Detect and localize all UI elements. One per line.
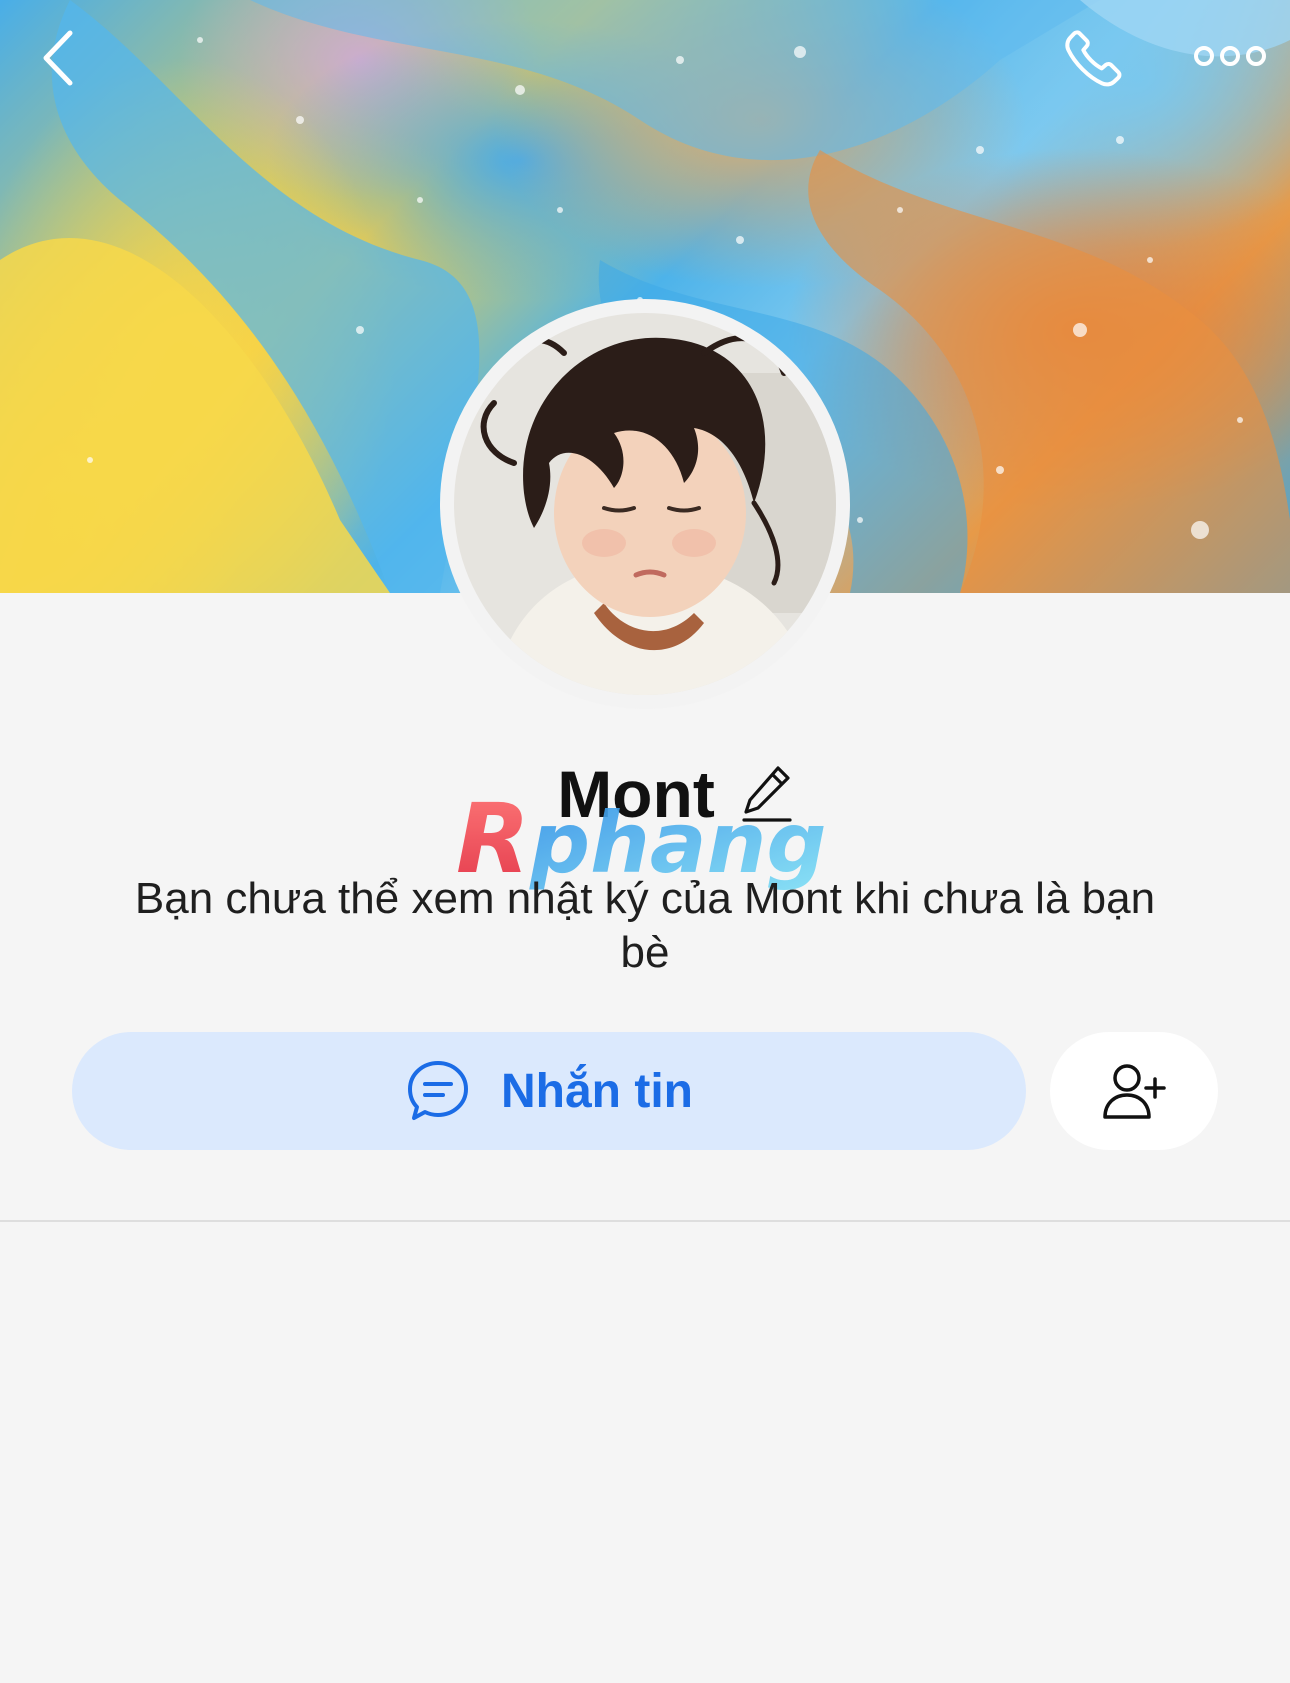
add-friend-button[interactable] <box>1050 1032 1218 1150</box>
add-friend-icon <box>1103 1064 1166 1119</box>
section-divider <box>0 1220 1290 1222</box>
back-button[interactable] <box>36 26 84 90</box>
avatar-frame <box>440 299 850 709</box>
friendship-notice: Bạn chưa thể xem nhật ký của Mont khi ch… <box>134 874 1156 977</box>
avatar-photo <box>454 313 836 695</box>
message-button[interactable]: Nhắn tin <box>72 1032 1026 1150</box>
more-button[interactable] <box>1190 36 1270 76</box>
chevron-left-icon <box>43 30 73 86</box>
avatar[interactable] <box>454 313 836 695</box>
chat-bubble-icon <box>408 1061 468 1120</box>
call-button[interactable] <box>1058 24 1130 92</box>
phone-icon <box>1065 30 1122 87</box>
more-dots-icon <box>1194 46 1266 66</box>
message-button-label: Nhắn tin <box>501 1064 693 1118</box>
